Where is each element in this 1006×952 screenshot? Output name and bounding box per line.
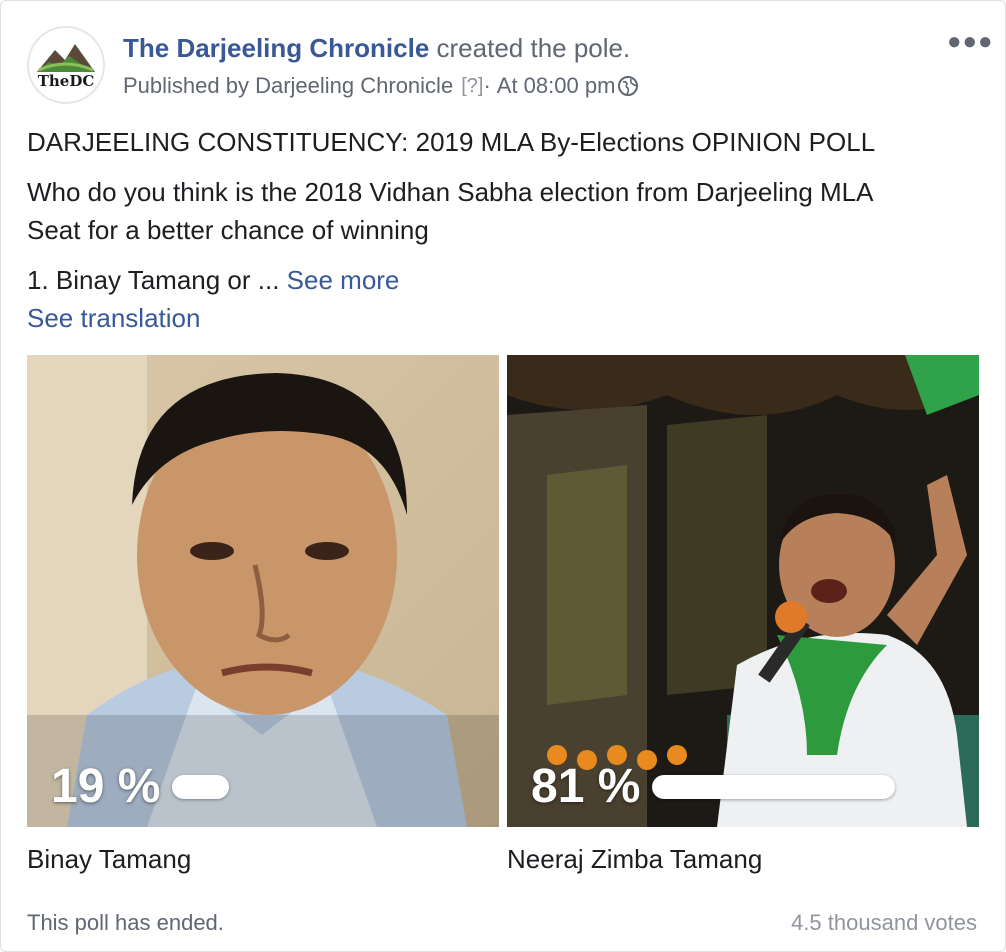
avatar-text: TheDC (37, 72, 95, 90)
poll-option-label-1: Binay Tamang (27, 844, 192, 874)
see-translation-link[interactable]: See translation (27, 299, 200, 337)
globe-icon (618, 76, 639, 96)
poll-option-2[interactable]: 81 % (507, 355, 979, 827)
post-preview: 1. Binay Tamang or ... See more (27, 261, 399, 299)
poll-result-bar-2 (652, 775, 895, 799)
candidate-photo-1 (27, 355, 499, 827)
time-separator: · (483, 73, 491, 98)
post-preview-text: 1. Binay Tamang or ... (27, 265, 287, 295)
post-question-line-1: Who do you think is the 2018 Vidhan Sabh… (27, 177, 874, 207)
poll-status: This poll has ended. (27, 910, 224, 935)
poll-option-1[interactable]: 19 % (27, 355, 499, 827)
page-name-link[interactable]: The Darjeeling Chronicle (123, 33, 429, 63)
see-more-link[interactable]: See more (287, 265, 400, 295)
poll-result-bar-1 (172, 775, 229, 799)
poll-percent-2: 81 % (531, 760, 641, 813)
post-header: The Darjeeling Chronicle created the pol… (123, 31, 630, 65)
published-by: Published by Darjeeling Chronicle (123, 73, 454, 98)
poll-percent-1: 19 % (51, 760, 161, 813)
mountain-logo-icon (37, 44, 95, 72)
help-link[interactable]: [?] (461, 71, 483, 101)
page-avatar[interactable]: TheDC (27, 26, 105, 104)
more-dots-icon: ●●● (947, 28, 994, 55)
more-options-button[interactable]: ●●● (947, 27, 993, 57)
candidate-photo-2 (507, 355, 979, 827)
post-time[interactable]: At 08:00 pm (497, 71, 616, 101)
post-card: TheDC The Darjeeling Chronicle created t… (0, 0, 1006, 952)
poll-option-label-2: Neeraj Zimba Tamang (507, 844, 763, 874)
post-question-line-2: Seat for a better chance of winning (27, 215, 429, 245)
post-title: DARJEELING CONSTITUENCY: 2019 MLA By-Ele… (27, 127, 876, 157)
post-meta: Published by Darjeeling Chronicle [?] · … (123, 71, 639, 101)
poll-vote-count[interactable]: 4.5 thousand votes (791, 907, 977, 939)
post-action-text: created the pole. (429, 33, 631, 63)
